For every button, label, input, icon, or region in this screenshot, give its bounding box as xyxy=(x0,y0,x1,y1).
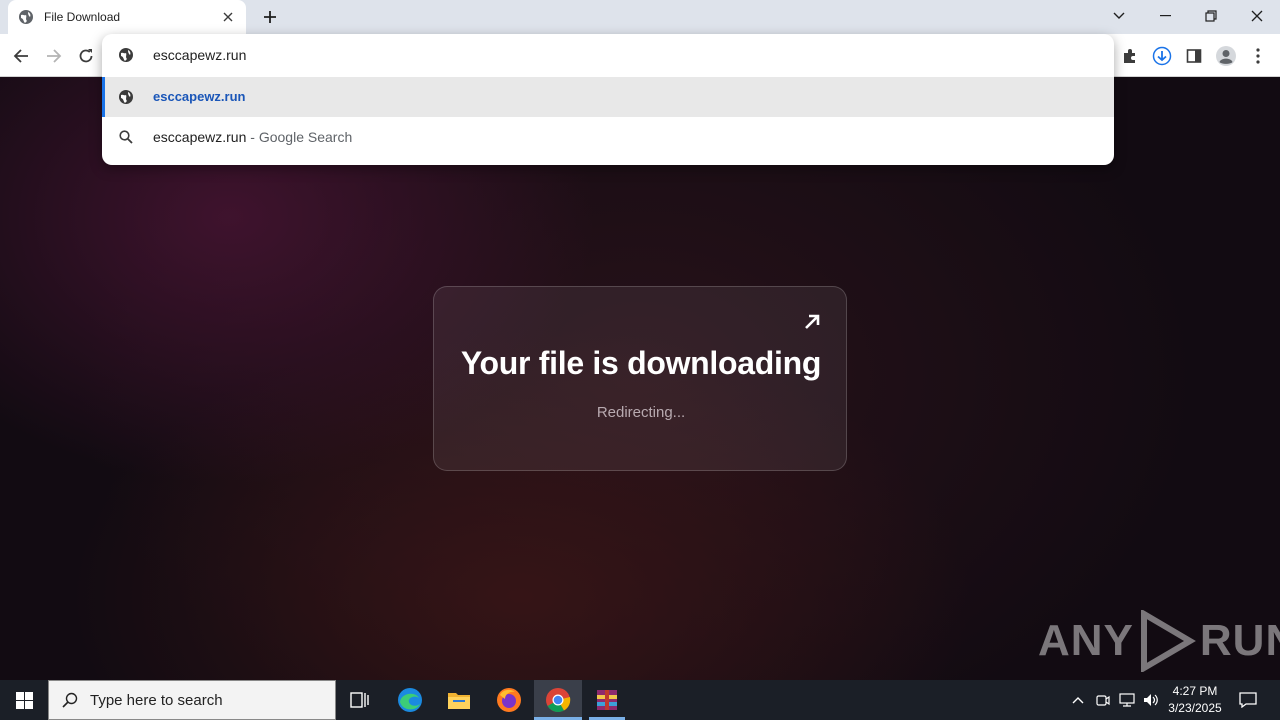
clock-date: 3/23/2025 xyxy=(1168,701,1222,715)
taskbar-search-box[interactable]: Type here to search xyxy=(48,680,336,720)
tray-chevron-up-icon[interactable] xyxy=(1068,680,1088,720)
edge-browser-icon[interactable] xyxy=(390,680,430,720)
firefox-icon[interactable] xyxy=(489,680,529,720)
suggestion-url[interactable]: esccapewz.run xyxy=(102,77,1114,117)
suggestion-url-text: esccapewz.run xyxy=(153,89,246,104)
search-icon xyxy=(118,129,134,150)
close-window-icon[interactable] xyxy=(1234,0,1280,32)
suggestion-search-text: esccapewz.run - Google Search xyxy=(153,129,352,145)
play-logo-icon xyxy=(1140,610,1196,672)
clock[interactable]: 4:27 PM 3/23/2025 xyxy=(1164,680,1226,720)
winrar-icon[interactable] xyxy=(587,680,627,720)
chrome-icon[interactable] xyxy=(534,680,582,720)
back-arrow-icon[interactable] xyxy=(8,43,34,69)
windows-start-icon[interactable] xyxy=(0,680,48,720)
address-input-text[interactable]: esccapewz.run xyxy=(153,47,246,63)
reload-icon[interactable] xyxy=(73,43,99,69)
search-icon xyxy=(62,692,78,708)
anyrun-watermark: ANY RUN xyxy=(1038,610,1280,672)
extensions-puzzle-icon[interactable] xyxy=(1117,43,1143,69)
file-explorer-icon[interactable] xyxy=(439,680,479,720)
network-icon[interactable] xyxy=(1116,680,1138,720)
meet-now-icon[interactable] xyxy=(1093,680,1113,720)
minimize-icon[interactable] xyxy=(1142,0,1188,32)
download-icon[interactable] xyxy=(1149,43,1175,69)
address-bar[interactable]: esccapewz.run xyxy=(102,34,1114,77)
volume-icon[interactable] xyxy=(1140,680,1162,720)
notification-icon[interactable] xyxy=(1232,680,1264,720)
forward-arrow-icon[interactable] xyxy=(41,43,67,69)
tab-title: File Download xyxy=(44,10,121,24)
page-content: Your file is downloading Redirecting... … xyxy=(0,77,1280,680)
download-headline: Your file is downloading xyxy=(460,345,822,381)
side-panel-icon[interactable] xyxy=(1181,43,1207,69)
suggestion-google-search[interactable]: esccapewz.run - Google Search xyxy=(102,117,1114,157)
profile-avatar-icon[interactable] xyxy=(1213,43,1239,69)
tab-strip: File Download xyxy=(0,0,1280,34)
omnibox-dropdown: esccapewz.run esccapewz.run esccapewz.ru… xyxy=(102,34,1114,165)
kebab-menu-icon[interactable] xyxy=(1245,43,1271,69)
new-tab-icon[interactable] xyxy=(258,5,282,29)
windows-taskbar: Type here to search 4:27 PM 3/23/2025 xyxy=(0,680,1280,720)
restore-icon[interactable] xyxy=(1188,0,1234,32)
tab-search-chevron-icon[interactable] xyxy=(1096,0,1142,32)
globe-icon xyxy=(19,10,33,24)
watermark-right-text: RUN xyxy=(1199,616,1280,665)
clock-time: 4:27 PM xyxy=(1172,684,1218,698)
open-external-arrow-icon[interactable] xyxy=(802,312,822,332)
tab-file-download[interactable]: File Download xyxy=(8,0,246,34)
taskbar-search-placeholder: Type here to search xyxy=(90,691,223,709)
close-tab-icon[interactable] xyxy=(220,9,236,25)
download-card: Your file is downloading Redirecting... xyxy=(433,286,847,471)
watermark-left-text: ANY xyxy=(1038,616,1134,665)
redirect-status: Redirecting... xyxy=(596,404,686,421)
suggestion-search-query: esccapewz.run xyxy=(153,129,247,145)
task-view-icon[interactable] xyxy=(340,680,380,720)
suggestion-search-suffix: - Google Search xyxy=(246,129,353,145)
globe-icon xyxy=(118,47,134,68)
globe-icon xyxy=(118,89,134,110)
